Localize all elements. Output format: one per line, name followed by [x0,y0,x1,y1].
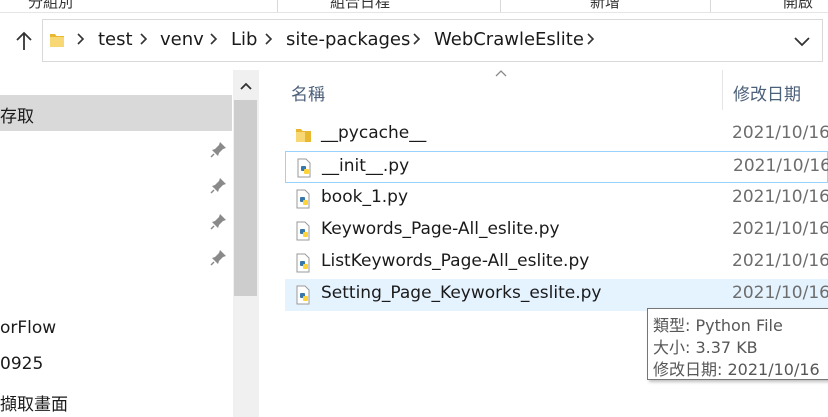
tooltip-date: 修改日期: 2021/10/16 [653,360,820,379]
breadcrumb-test[interactable]: test [98,29,133,50]
nav-item-0925[interactable]: 0925 [0,354,43,374]
column-header-name[interactable]: 名稱 [291,80,325,105]
nav-item-tensorflow[interactable]: orFlow [0,318,56,338]
python-file-icon [296,189,310,209]
file-row[interactable]: ListKeywords_Page-All_eslite.py 2021/10/… [285,247,828,279]
breadcrumb-site-packages[interactable]: site-packages [286,29,410,50]
chevron-right-icon[interactable] [207,31,221,47]
folder-icon [50,34,64,47]
python-file-icon [296,285,310,305]
file-row[interactable]: book_1.py 2021/10/16 [285,183,828,215]
sort-ascending-icon [495,70,507,77]
file-date: 2021/10/16 [732,219,828,239]
chevron-right-icon[interactable] [410,31,424,47]
chevron-right-icon[interactable] [74,31,88,47]
folder-icon [296,129,311,142]
file-date: 2021/10/16 [732,283,828,303]
pin-icon[interactable] [210,140,228,158]
file-name: book_1.py [321,187,409,207]
chevron-right-icon[interactable] [584,31,598,47]
chevron-right-icon[interactable] [262,31,276,47]
file-row[interactable]: Setting_Page_Keyworks_eslite.py 2021/10/… [285,279,828,311]
file-row[interactable]: __init__.py 2021/10/16 [285,151,828,183]
tooltip-type: 類型: Python File [653,316,783,335]
breadcrumb-webcrawleeslite[interactable]: WebCrawleEslite [434,29,584,50]
file-name: __pycache__ [321,123,427,143]
nav-item-screenshots[interactable]: 擷取畫面 [0,390,68,415]
file-date: 2021/10/16 [732,187,828,207]
pin-icon[interactable] [210,176,228,194]
ribbon-label[interactable]: 分組別 [28,0,73,12]
ribbon-label[interactable]: 組合日程 [330,0,390,12]
file-name: Setting_Page_Keyworks_eslite.py [321,283,602,303]
pin-icon[interactable] [210,248,228,266]
chevron-down-icon[interactable] [790,31,814,51]
file-info-tooltip: 類型: Python File 大小: 3.37 KB 修改日期: 2021/1… [647,308,828,380]
ribbon-label[interactable]: 開啟 [783,0,813,12]
file-date: 2021/10/16 [732,251,828,271]
chevron-up-icon [240,82,252,90]
column-header-date-modified[interactable]: 修改日期 [733,80,801,105]
chevron-right-icon[interactable] [137,31,151,47]
nav-item-selected[interactable] [0,95,232,131]
file-row[interactable]: Keywords_Page-All_eslite.py 2021/10/16 [285,215,828,247]
ribbon-strip: 分組別 組合日程 新增 開啟 [0,0,828,13]
file-row[interactable]: __pycache__ 2021/10/16 [285,119,828,151]
file-name: ListKeywords_Page-All_eslite.py [321,251,590,271]
scroll-up-button[interactable] [233,75,259,97]
file-date: 2021/10/16 [733,156,828,176]
pin-icon[interactable] [210,212,228,230]
breadcrumb-lib[interactable]: Lib [231,29,257,50]
tooltip-size: 大小: 3.37 KB [653,338,758,357]
python-file-icon [297,158,311,178]
file-name: __init__.py [322,156,410,176]
ribbon-label[interactable]: 新增 [590,0,620,12]
file-date: 2021/10/16 [732,123,828,143]
nav-item-quick-access[interactable]: 存取 [0,102,34,127]
python-file-icon [296,221,310,241]
breadcrumb-venv[interactable]: venv [160,29,204,50]
python-file-icon [296,253,310,273]
arrow-up-icon [16,31,32,50]
column-divider[interactable] [722,70,723,110]
up-button[interactable] [10,26,38,56]
file-name: Keywords_Page-All_eslite.py [321,219,560,239]
scroll-thumb[interactable] [234,100,257,296]
